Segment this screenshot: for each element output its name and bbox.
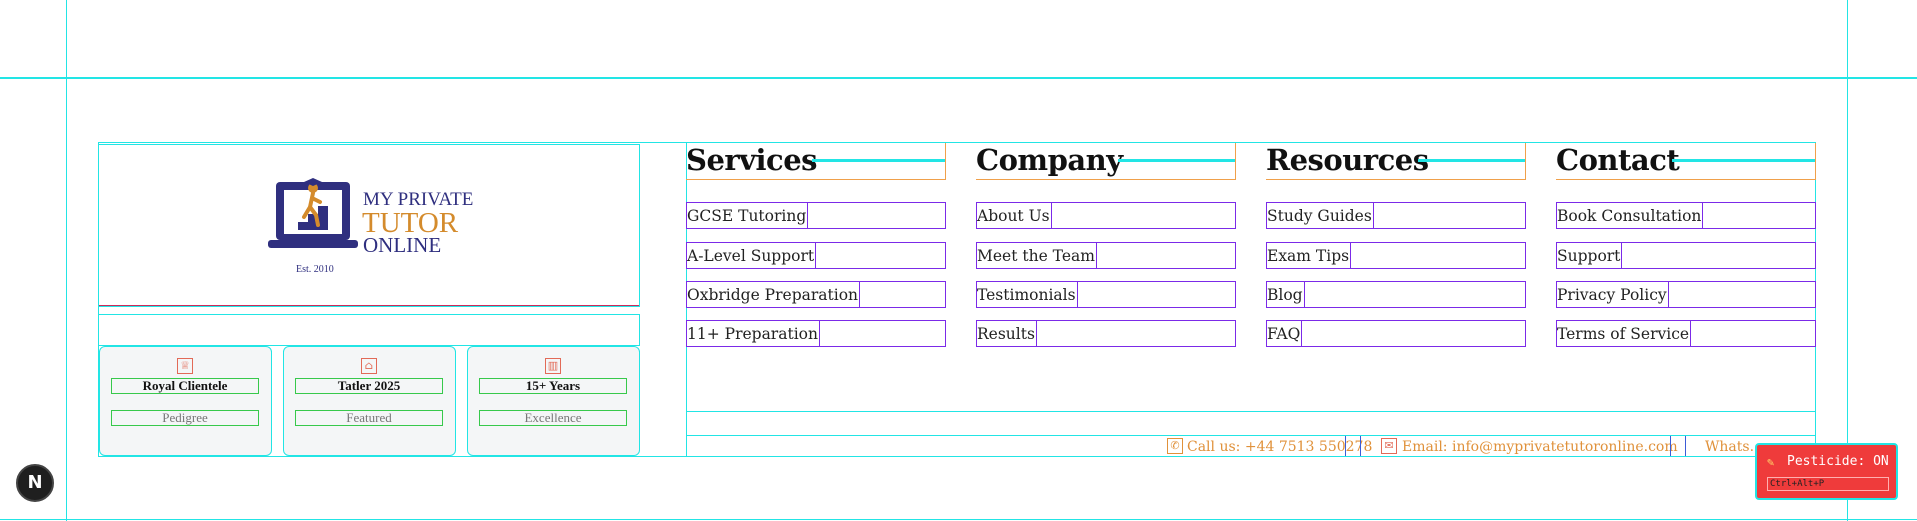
mail-icon: ✉ xyxy=(1381,438,1397,454)
badge-royal-clientele: ♕ Royal Clientele Pedigree xyxy=(99,346,272,456)
footer-link-support[interactable]: Support xyxy=(1556,242,1816,269)
logo-spacer xyxy=(98,314,640,346)
bar-chart-icon: ▥ xyxy=(545,358,561,374)
footer-column-contact: Contact Book Consultation Support Privac… xyxy=(1556,143,1816,351)
column-heading: Contact xyxy=(1556,143,1680,177)
badge-title: Tatler 2025 xyxy=(295,378,443,394)
footer-link-study-guides[interactable]: Study Guides xyxy=(1266,202,1526,229)
footer-link-about[interactable]: About Us xyxy=(976,202,1236,229)
footer-link-faq[interactable]: FAQ xyxy=(1266,320,1526,347)
footer-column-company: Company About Us Meet the Team Testimoni… xyxy=(976,143,1236,351)
footer-link-terms[interactable]: Terms of Service xyxy=(1556,320,1816,347)
building-icon: ⌂ xyxy=(361,358,377,374)
email-contact[interactable]: ✉ Email: info@myprivatetutoronline.com xyxy=(1381,438,1678,456)
badge-tatler: ⌂ Tatler 2025 Featured xyxy=(283,346,456,456)
site-logo[interactable]: MY PRIVATE TUTOR ONLINE Est. 2010 xyxy=(268,174,488,280)
badge-subtitle: Pedigree xyxy=(111,410,259,426)
badge-subtitle: Excellence xyxy=(479,410,627,426)
logo-text-line3: ONLINE xyxy=(363,233,442,257)
pesticide-icon: ✎ xyxy=(1767,455,1775,469)
badge-title: Royal Clientele xyxy=(111,378,259,394)
footer-link-privacy[interactable]: Privacy Policy xyxy=(1556,281,1816,308)
pesticide-shortcut: Ctrl+Alt+P xyxy=(1767,477,1889,491)
contact-separator xyxy=(1345,436,1361,456)
heading-underline xyxy=(1556,179,1816,180)
footer-column-services: Services GCSE Tutoring A-Level Support O… xyxy=(686,143,946,351)
badge-subtitle: Featured xyxy=(295,410,443,426)
logo-established: Est. 2010 xyxy=(296,264,334,275)
nextjs-dev-indicator[interactable]: N xyxy=(16,464,54,502)
column-heading: Company xyxy=(976,143,1123,177)
crown-icon: ♕ xyxy=(177,358,193,374)
footer-link-blog[interactable]: Blog xyxy=(1266,281,1526,308)
footer-link-testimonials[interactable]: Testimonials xyxy=(976,281,1236,308)
badge-title: 15+ Years xyxy=(479,378,627,394)
column-heading: Services xyxy=(686,143,817,177)
heading-underline xyxy=(976,179,1236,180)
guide-top xyxy=(0,77,1917,79)
phone-contact[interactable]: ✆ Call us: +44 7513 550278 xyxy=(1167,438,1372,456)
email-text[interactable]: Email: info@myprivatetutoronline.com xyxy=(1402,439,1678,455)
footer-link-book-consultation[interactable]: Book Consultation xyxy=(1556,202,1816,229)
footer-link-a-level[interactable]: A-Level Support xyxy=(686,242,946,269)
pesticide-label: Pesticide: ON xyxy=(1787,454,1889,469)
footer-divider-box xyxy=(686,411,1816,436)
pesticide-toggle[interactable]: ✎ Pesticide: ON Ctrl+Alt+P xyxy=(1755,443,1898,500)
heading-rule xyxy=(812,159,946,162)
badge-years: ▥ 15+ Years Excellence xyxy=(467,346,640,456)
heading-rule xyxy=(1672,159,1816,162)
footer-link-gcse[interactable]: GCSE Tutoring xyxy=(686,202,946,229)
contact-separator xyxy=(1670,436,1686,456)
column-heading: Resources xyxy=(1266,143,1429,177)
footer-link-results[interactable]: Results xyxy=(976,320,1236,347)
heading-underline xyxy=(686,179,946,180)
tutor-laptop-logo-icon xyxy=(268,178,358,248)
footer-link-team[interactable]: Meet the Team xyxy=(976,242,1236,269)
heading-rule xyxy=(1418,159,1526,162)
footer-link-11-plus[interactable]: 11+ Preparation xyxy=(686,320,946,347)
footer-link-oxbridge[interactable]: Oxbridge Preparation xyxy=(686,281,946,308)
guide-bottom xyxy=(0,519,1917,520)
heading-underline xyxy=(1266,179,1526,180)
phone-icon: ✆ xyxy=(1167,438,1183,454)
footer-link-exam-tips[interactable]: Exam Tips xyxy=(1266,242,1526,269)
footer-column-resources: Resources Study Guides Exam Tips Blog FA… xyxy=(1266,143,1526,351)
logo-divider xyxy=(99,305,639,306)
heading-rule xyxy=(1118,159,1236,162)
